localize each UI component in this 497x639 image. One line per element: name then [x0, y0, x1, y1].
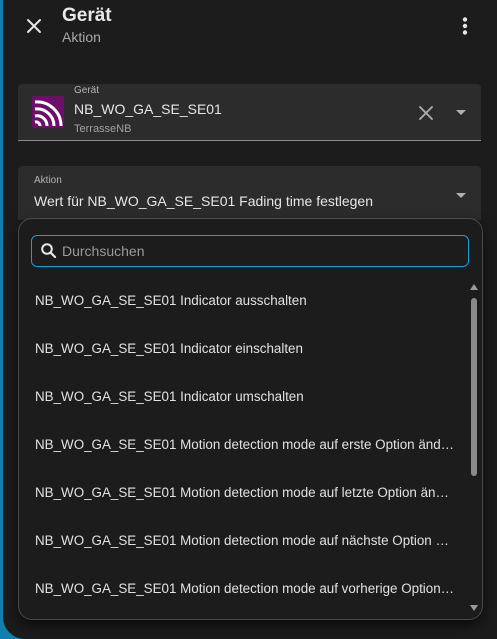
device-dropdown-button[interactable] [450, 102, 472, 124]
caret-down-icon [456, 110, 466, 115]
scroll-down-arrow-icon[interactable] [469, 603, 479, 613]
device-area-label: TerrasseNB [74, 123, 132, 135]
caret-down-icon [456, 193, 466, 198]
dialog-subtitle: Aktion [62, 29, 101, 45]
clear-device-button[interactable] [415, 102, 437, 124]
list-item[interactable]: NB_WO_GA_SE_SE01 Motion detection mode a… [19, 469, 464, 517]
search-input[interactable] [62, 236, 458, 266]
dialog-title: Gerät [62, 5, 112, 26]
more-vertical-icon [462, 17, 468, 35]
action-dropdown-button[interactable] [450, 185, 472, 207]
search-box[interactable] [31, 235, 469, 267]
device-field-label: Gerät [74, 85, 100, 96]
search-icon [41, 243, 57, 259]
list-item[interactable]: NB_WO_GA_SE_SE01 Indicator einschalten [19, 325, 464, 373]
close-icon [27, 19, 41, 33]
close-button[interactable] [17, 12, 51, 40]
action-field-label: Aktion [34, 175, 62, 186]
list-item[interactable]: NB_WO_GA_SE_SE01 Motion detection mode a… [19, 421, 464, 469]
clear-icon [419, 106, 433, 120]
list-item[interactable]: NB_WO_GA_SE_SE01 Indicator umschalten [19, 373, 464, 421]
action-field-value: Wert für NB_WO_GA_SE_SE01 Fading time fe… [34, 193, 374, 209]
zwave-icon [32, 96, 64, 128]
more-options-button[interactable] [451, 12, 479, 40]
dialog-header: Gerät Aktion [3, 0, 497, 60]
list-item[interactable]: NB_WO_GA_SE_SE01 Indicator ausschalten [19, 277, 464, 325]
scrollbar-thumb[interactable] [471, 298, 477, 476]
action-dropdown-menu: NB_WO_GA_SE_SE01 Indicator ausschalten N… [18, 218, 483, 620]
scroll-up-arrow-icon[interactable] [469, 282, 479, 292]
options-list: NB_WO_GA_SE_SE01 Indicator ausschalten N… [19, 277, 464, 613]
list-item[interactable]: NB_WO_GA_SE_SE01 Motion detection mode a… [19, 517, 464, 565]
device-select[interactable]: Gerät NB_WO_GA_SE_SE01 TerrasseNB [18, 84, 481, 141]
dialog: Gerät Aktion Gerät NB_WO_GA_SE_SE01 Terr… [3, 0, 497, 639]
list-item[interactable]: NB_WO_GA_SE_SE01 Motion detection mode a… [19, 565, 464, 613]
device-field-value: NB_WO_GA_SE_SE01 [74, 101, 222, 117]
action-select[interactable]: Aktion Wert für NB_WO_GA_SE_SE01 Fading … [18, 166, 481, 220]
